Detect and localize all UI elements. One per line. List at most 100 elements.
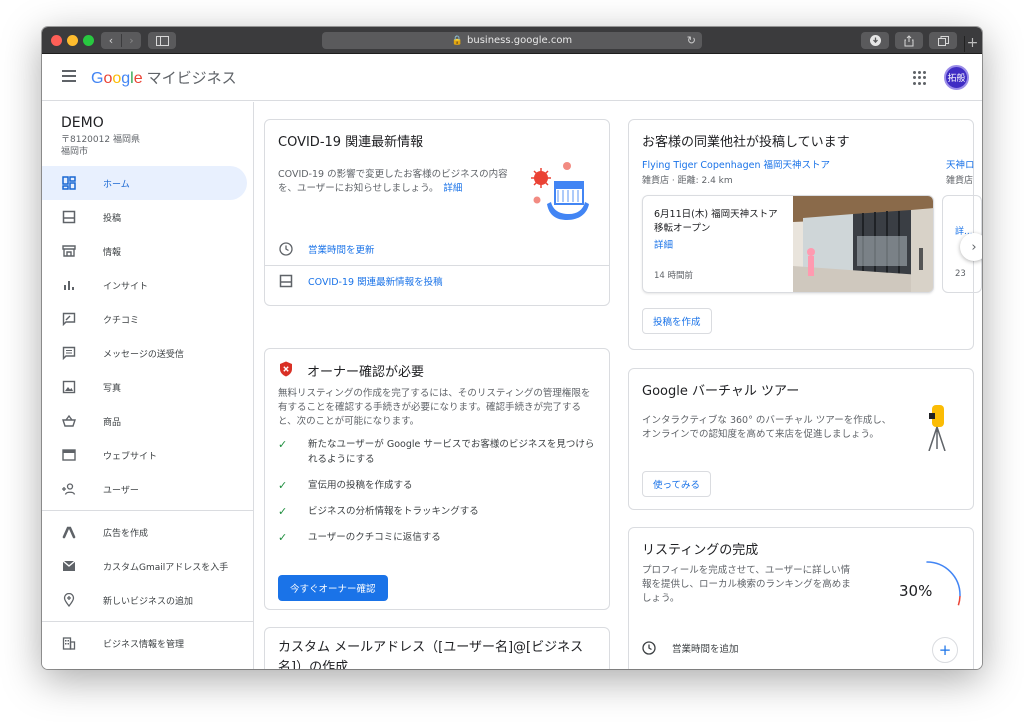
competitor-card-title: お客様の同業他社が投稿しています [642,135,850,150]
checkmark-icon: ✓ [278,438,288,451]
close-window-button[interactable] [51,35,62,46]
covid-details-link[interactable]: 詳細 [443,183,462,194]
app-header: Google マイビジネス 拓般 [42,54,982,101]
tab-overview-icon[interactable] [929,32,957,49]
share-icon[interactable] [895,32,923,49]
benefit-list: ✓ 新たなユーザーが Google サービスでお客様のビジネスを見つけられるように… [278,437,598,556]
sidebar-item-label: 商品 [103,417,122,428]
carousel-next-button[interactable]: › [960,233,982,261]
message-icon [61,345,77,361]
back-arrow-icon[interactable]: ‹ [101,34,121,47]
clock-icon [642,641,658,655]
zoom-window-button[interactable] [83,35,94,46]
sidebar-item-info[interactable]: 情報 [42,234,253,268]
sidebar-item-label: カスタムGmailアドレスを入手 [103,562,229,573]
covid-illustration [531,162,589,220]
minimize-window-button[interactable] [67,35,78,46]
completion-percent: 30% [899,582,933,600]
sidebar-item-posts[interactable]: 投稿 [42,200,253,234]
sidebar-item-label: 投稿 [103,213,122,224]
sidebar-item-insights[interactable]: インサイト [42,268,253,302]
sidebar-item-custom-gmail[interactable]: カスタムGmailアドレスを入手 [42,549,253,583]
owner-verification-card: オーナー確認が必要 無料リスティングの作成を完了するには、そのリスティングの管理… [264,348,610,610]
sidebar-item-users[interactable]: ユーザー [42,472,253,506]
address-bar[interactable]: 🔒 business.google.com ↻ [322,32,702,49]
post-timestamp: 23 [955,269,966,279]
sidebar-item-photos[interactable]: 写真 [42,370,253,404]
verify-now-button[interactable]: 今すぐオーナー確認 [278,575,388,601]
browser-toolbar: ‹ › 🔒 business.google.com ↻ + [42,27,982,54]
email-card-title: カスタム メールアドレス（[ユーザー名]@[ビジネス名]）の作成 [278,640,584,669]
post-covid-update-action[interactable]: COVID-19 関連最新情報を投稿 [265,265,609,295]
storefront-icon [61,243,77,259]
reload-icon[interactable]: ↻ [687,34,696,47]
sidebar-item-add-business[interactable]: 新しいビジネスの追加 [42,583,253,617]
add-hours-row: 営業時間を追加 [642,641,739,655]
owner-card-description: 無料リスティングの作成を完了するには、そのリスティングの管理権限を有することを確… [278,388,591,427]
history-nav: ‹ › [101,32,141,49]
post-covid-update-label: COVID-19 関連最新情報を投稿 [308,276,443,288]
post-details-link[interactable]: 詳細 [654,237,673,251]
listing-card-description: プロフィールを完成させて、ユーザーに詳しい情報を提供し、ローカル検索のランキング… [642,565,851,604]
clock-icon [278,241,294,257]
competitor-post[interactable]: 6月11日(木) 福岡天神ストア 移転オープン 詳細 14 時間前 [642,195,934,293]
google-logo-letter: G [91,70,104,87]
storefront-photo [793,196,933,292]
owner-card-title: オーナー確認が必要 [307,365,425,380]
update-hours-action[interactable]: 営業時間を更新 [265,234,609,264]
try-tour-button[interactable]: 使ってみる [642,471,712,497]
forward-arrow-icon[interactable]: › [121,34,141,47]
sidebar-item-label: 広告を作成 [103,528,149,539]
benefit-item: ✓ ユーザーのクチコミに返信する [278,530,598,545]
address-line-2: 福岡市 [61,147,89,157]
browser-window: ‹ › 🔒 business.google.com ↻ + Google マイビジ… [42,27,982,669]
avatar-initials: 拓般 [947,74,966,84]
sidebar-toggle-icon[interactable] [148,32,176,49]
benefit-text: ビジネスの分析情報をトラッキングする [308,506,479,517]
sidebar-item-manage-businesses[interactable]: ビジネス情報を管理 [42,626,253,660]
post-title: 6月11日(木) 福岡天神ストア 移転オープン [654,209,778,234]
gmail-icon [61,558,77,574]
listing-card-title: リスティングの完成 [642,543,759,558]
post-timestamp: 14 時間前 [654,271,694,281]
checkmark-icon: ✓ [278,479,288,492]
google-apps-icon[interactable] [913,71,927,85]
address-url: business.google.com [467,35,573,46]
competitor-business-category: 雑貨店 · 距離: 2.4 km [642,176,733,186]
sidebar-nav: ホーム 投稿 情報 インサイト クチコミ メッセージの送受信 写真 商品 ウェブ… [42,166,253,660]
sidebar-item-reviews[interactable]: クチコミ [42,302,253,336]
sidebar-item-home[interactable]: ホーム [42,166,247,200]
product-name: マイビジネス [146,70,237,87]
posts-icon [278,273,294,289]
download-icon[interactable] [861,32,889,49]
add-location-icon [61,592,77,608]
sidebar-item-label: ビジネス情報を管理 [103,639,185,650]
sidebar-item-messages[interactable]: メッセージの送受信 [42,336,253,370]
sidebar-item-label: クチコミ [103,315,140,326]
chevron-right-icon: › [971,239,977,255]
new-tab-icon[interactable]: + [964,36,980,52]
competitor-business-link[interactable]: Flying Tiger Copenhagen 福岡天神ストア [642,157,830,171]
add-hours-button[interactable]: + [932,637,958,663]
tour-card-title: Google バーチャル ツアー [642,384,800,399]
main-menu-icon[interactable] [62,70,76,82]
benefit-item: ✓ ビジネスの分析情報をトラッキングする [278,504,598,519]
covid-description-text: COVID-19 の影響で変更したお客様のビジネスの内容を、ユーザーにお知らせし… [278,169,508,194]
covid-update-card: COVID-19 関連最新情報 COVID-19 の影響で変更したお客様のビジネ… [264,119,610,306]
sidebar-divider [42,510,253,511]
covid-card-description: COVID-19 の影響で変更したお客様のビジネスの内容を、ユーザーにお知らせし… [278,168,523,196]
main-content: COVID-19 関連最新情報 COVID-19 の影響で変更したお客様のビジネ… [255,102,982,669]
building-icon [61,635,77,651]
sidebar-item-create-ad[interactable]: 広告を作成 [42,515,253,549]
sidebar-item-label: 新しいビジネスの追加 [103,596,194,607]
app-brand[interactable]: Google マイビジネス [91,67,237,88]
basket-icon [61,413,77,429]
checkmark-icon: ✓ [278,531,288,544]
sidebar-item-website[interactable]: ウェブサイト [42,438,253,472]
account-avatar[interactable]: 拓般 [944,65,969,90]
create-post-button[interactable]: 投稿を作成 [642,308,712,334]
google-logo-letter: e [133,70,143,87]
competitor-business-link[interactable]: 天神ロ [946,157,975,171]
camera-tripod-illustration [928,405,946,451]
sidebar-item-products[interactable]: 商品 [42,404,253,438]
